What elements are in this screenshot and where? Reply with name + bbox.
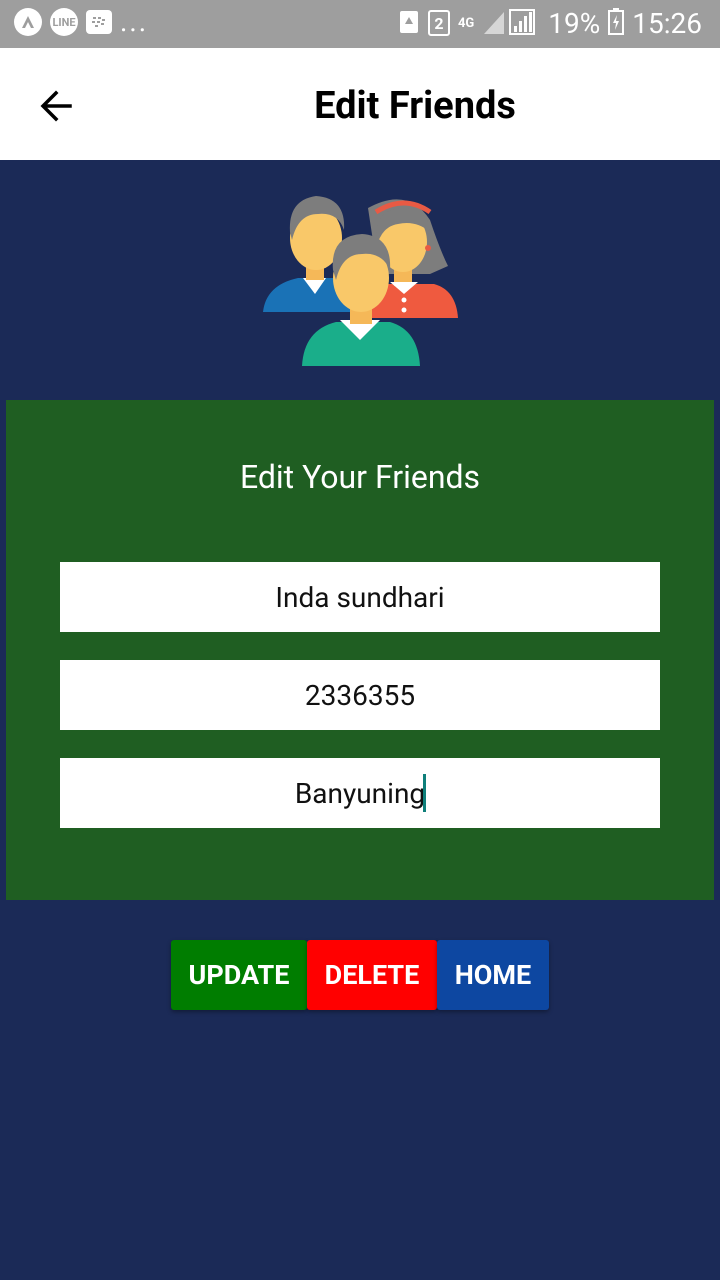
name-input[interactable] — [60, 562, 660, 632]
form-title: Edit Your Friends — [239, 458, 481, 496]
action-buttons: UPDATE DELETE HOME — [171, 940, 549, 1010]
app-bar: Edit Friends — [0, 48, 720, 160]
edit-friend-form: Edit Your Friends — [6, 400, 714, 900]
battery-icon — [608, 7, 625, 39]
network-type: 4G — [457, 15, 475, 31]
signal-icon — [482, 6, 540, 40]
update-button[interactable]: UPDATE — [171, 940, 307, 1010]
sim-icon: 2 — [427, 10, 450, 36]
delete-button[interactable]: DELETE — [307, 940, 437, 1010]
bbm-icon — [86, 10, 112, 34]
battery-percent: 19% — [548, 6, 601, 40]
notification-icons: LINE ... — [14, 8, 148, 36]
system-icons: 2 4G 19% 15:26 — [398, 6, 702, 40]
address-input[interactable] — [60, 758, 660, 828]
line-icon: LINE — [50, 8, 78, 36]
recycle-icon — [398, 7, 420, 39]
friends-group-icon — [258, 190, 464, 370]
line-icon-label: LINE — [52, 15, 76, 29]
text-cursor — [423, 774, 426, 812]
home-button[interactable]: HOME — [437, 940, 549, 1010]
status-bar: LINE ... 2 4G 19% 15:26 — [0, 0, 720, 48]
phone-input[interactable] — [60, 660, 660, 730]
page-title: Edit Friends — [314, 84, 516, 128]
clock: 15:26 — [632, 6, 702, 40]
overflow-notifications: ... — [120, 5, 149, 38]
android-auto-icon — [14, 8, 42, 36]
